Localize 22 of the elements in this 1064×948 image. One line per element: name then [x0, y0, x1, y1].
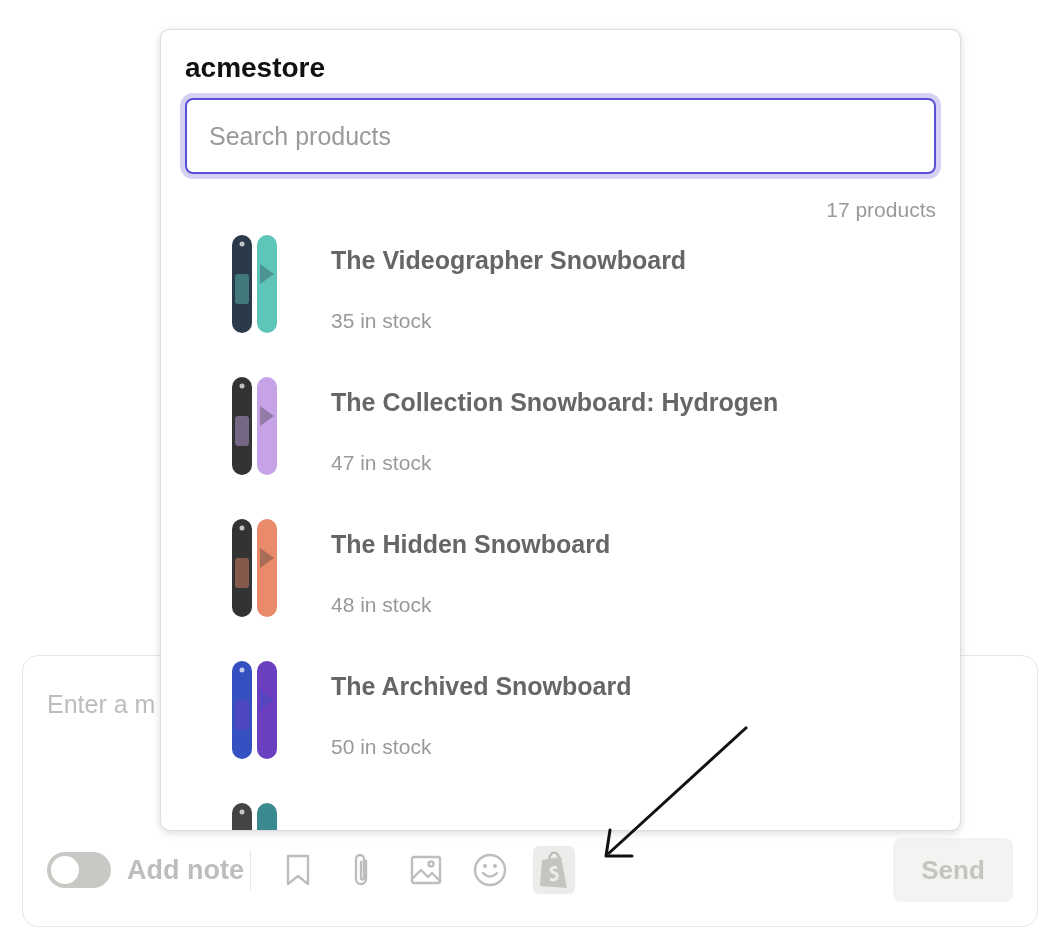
product-item[interactable]: The Archived Snowboard 50 in stock — [231, 659, 936, 802]
smiley-icon — [473, 853, 508, 887]
message-field[interactable]: Enter a m — [47, 686, 159, 724]
product-item[interactable]: The Videographer Snowboard 35 in stock — [231, 233, 936, 376]
shopping-bag-button[interactable] — [533, 846, 576, 894]
stock-count: 47 in stock — [331, 450, 433, 477]
bookmark-icon — [285, 854, 312, 886]
stock-count: 35 in stock — [331, 308, 433, 335]
product-name: The Archived Snowboard — [331, 670, 632, 702]
note-toggle[interactable] — [47, 852, 111, 888]
image-icon — [410, 855, 443, 885]
product-item[interactable]: The Collection Snowboard: Hydrogen 47 in stock — [231, 375, 936, 518]
product-count: 17 products — [825, 197, 936, 224]
product-item[interactable]: The Hidden Snowboard 48 in stock — [231, 517, 936, 660]
product-name: The Hidden Snowboard — [331, 528, 611, 560]
product-name: The Collection Snowboard: Hydrogen — [331, 386, 779, 418]
store-name: acmestore — [185, 51, 327, 85]
toggle-label: Add note — [127, 853, 244, 887]
stock-count: 48 in stock — [331, 592, 433, 619]
search-field[interactable]: Search products — [185, 98, 936, 175]
product-name: The Videographer Snowboard — [331, 244, 687, 276]
stock-count: 50 in stock — [331, 734, 433, 761]
